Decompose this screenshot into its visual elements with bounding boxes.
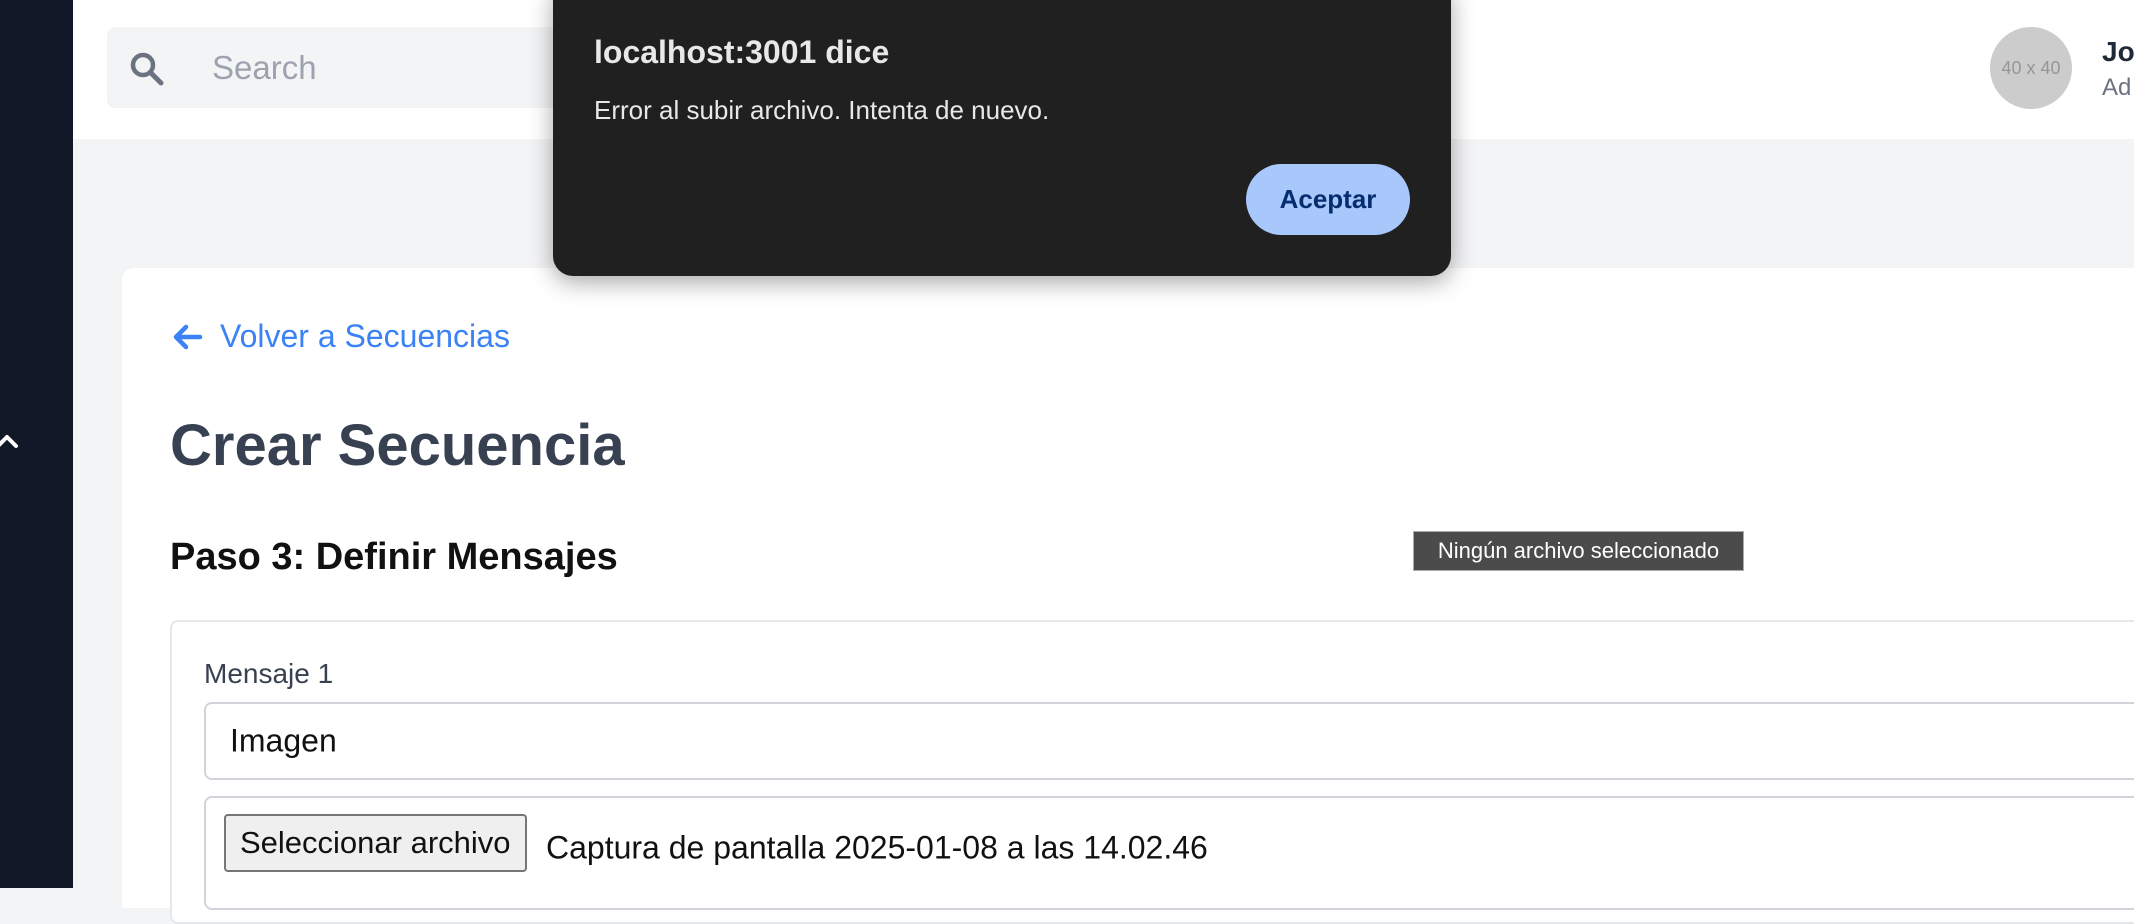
user-name: Jo (2102, 36, 2134, 67)
message-type-value: Imagen (230, 722, 337, 759)
accept-button[interactable]: Aceptar (1246, 164, 1410, 235)
user-role: Ad (2102, 74, 2132, 101)
search-icon (130, 52, 164, 86)
chevron-up-icon[interactable] (0, 426, 24, 456)
message-type-select[interactable]: Imagen (204, 702, 2134, 780)
alert-dialog: localhost:3001 dice Error al subir archi… (553, 0, 1451, 276)
file-input[interactable]: Seleccionar archivo Captura de pantalla … (204, 796, 2134, 910)
message-label: Mensaje 1 (204, 658, 334, 689)
step-title: Paso 3: Definir Mensajes (170, 536, 618, 578)
page-title: Crear Secuencia (170, 413, 625, 478)
dialog-title: localhost:3001 dice (594, 34, 890, 70)
dialog-message: Error al subir archivo. Intenta de nuevo… (594, 95, 1050, 125)
arrow-left-icon (173, 324, 203, 349)
choose-file-button[interactable]: Seleccionar archivo (224, 814, 527, 872)
file-name: Captura de pantalla 2025-01-08 a las 14.… (546, 829, 1208, 866)
file-tooltip: Ningún archivo seleccionado (1413, 531, 1744, 571)
sidebar (0, 0, 73, 888)
avatar[interactable]: 40 x 40 (1990, 27, 2072, 109)
back-to-sequences-link[interactable]: Volver a Secuencias (170, 318, 510, 355)
back-link-label: Volver a Secuencias (220, 318, 510, 354)
search-placeholder: Search (212, 48, 317, 86)
search-input[interactable]: Search (107, 27, 627, 108)
